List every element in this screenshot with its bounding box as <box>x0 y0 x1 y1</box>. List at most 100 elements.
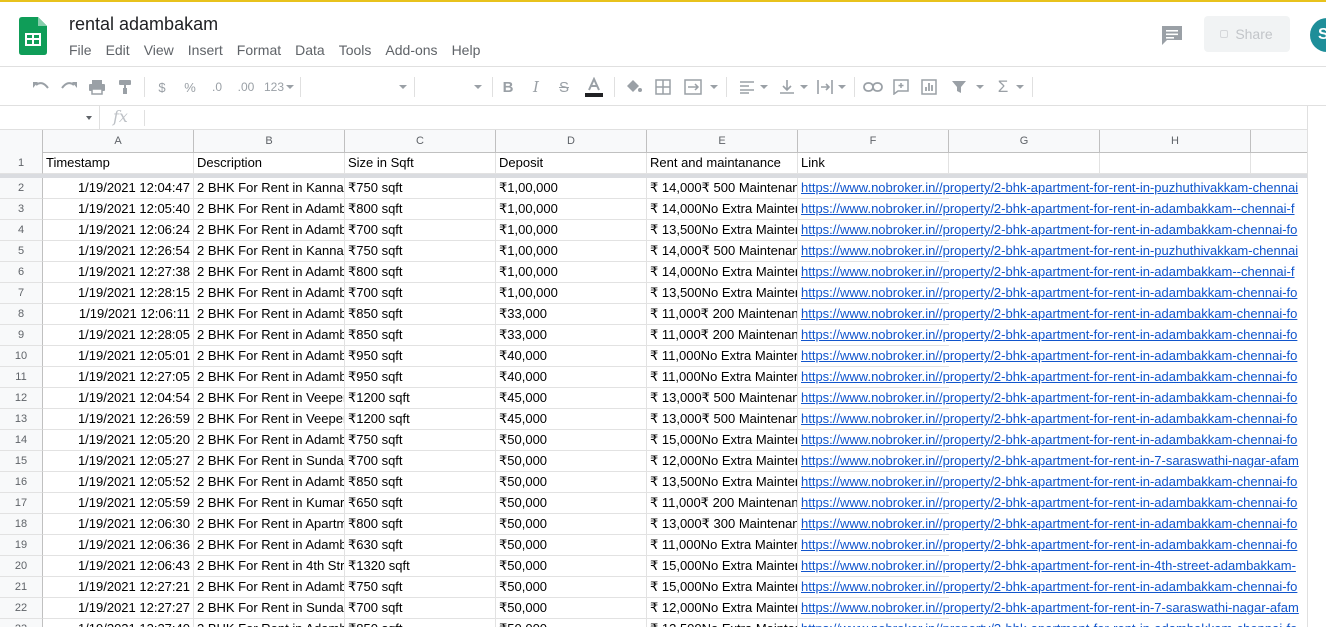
hyperlink[interactable]: https://www.nobroker.in//property/2-bhk-… <box>801 453 1299 468</box>
increase-decimal-button[interactable]: .00 <box>234 76 258 98</box>
cell-size[interactable]: ₹950 sqft <box>345 367 496 388</box>
menu-data[interactable]: Data <box>288 40 332 60</box>
avatar[interactable]: S <box>1310 18 1326 52</box>
cell-size[interactable]: ₹1200 sqft <box>345 409 496 430</box>
cell-size[interactable]: ₹700 sqft <box>345 598 496 619</box>
menu-tools[interactable]: Tools <box>332 40 379 60</box>
column-header-g[interactable]: G <box>949 130 1100 152</box>
cell-size[interactable]: ₹800 sqft <box>345 514 496 535</box>
cell-rent[interactable]: ₹ 15,000No Extra Maintenance <box>647 430 798 451</box>
cell-timestamp[interactable]: 1/19/2021 12:27:05 <box>43 367 194 388</box>
cell-timestamp[interactable]: 1/19/2021 12:06:43 <box>43 556 194 577</box>
cell-timestamp[interactable]: 1/19/2021 12:04:54 <box>43 388 194 409</box>
cell-deposit[interactable]: ₹40,000 <box>496 346 647 367</box>
fill-color-icon[interactable] <box>622 76 644 98</box>
menu-edit[interactable]: Edit <box>99 40 137 60</box>
hyperlink[interactable]: https://www.nobroker.in//property/2-bhk-… <box>801 474 1297 489</box>
cell-rent[interactable]: ₹ 11,000No Extra Maintenance <box>647 367 798 388</box>
cell-link[interactable]: https://www.nobroker.in//property/2-bhk-… <box>798 535 1297 556</box>
cell-description[interactable]: 2 BHK For Rent in Adambakkam <box>194 262 345 283</box>
row-number[interactable]: 10 <box>0 346 43 367</box>
header-cell-size[interactable]: Size in Sqft <box>345 153 496 174</box>
cell-deposit[interactable]: ₹50,000 <box>496 577 647 598</box>
cell-deposit[interactable]: ₹33,000 <box>496 325 647 346</box>
percent-format-button[interactable]: % <box>181 76 199 98</box>
cell-rent[interactable]: ₹ 11,000₹ 200 Maintenance <box>647 493 798 514</box>
cell-deposit[interactable]: ₹50,000 <box>496 514 647 535</box>
share-button[interactable]: Share <box>1204 16 1290 52</box>
cell-timestamp[interactable]: 1/19/2021 12:05:40 <box>43 199 194 220</box>
cell-link[interactable]: https://www.nobroker.in//property/2-bhk-… <box>798 199 1295 220</box>
cell-deposit[interactable]: ₹50,000 <box>496 493 647 514</box>
text-color-icon[interactable] <box>582 76 606 98</box>
cell-timestamp[interactable]: 1/19/2021 12:05:52 <box>43 472 194 493</box>
cell-description[interactable]: 2 BHK For Rent in Adambakkam <box>194 304 345 325</box>
cell-deposit[interactable]: ₹40,000 <box>496 367 647 388</box>
header-cell-h[interactable] <box>1100 153 1251 174</box>
cell-description[interactable]: 2 BHK For Rent in Apartment <box>194 514 345 535</box>
merge-icon[interactable] <box>682 76 704 98</box>
align-left-icon[interactable] <box>736 76 758 98</box>
column-header-b[interactable]: B <box>194 130 345 152</box>
print-icon[interactable] <box>86 76 108 98</box>
cell-rent[interactable]: ₹ 11,000₹ 200 Maintenance <box>647 325 798 346</box>
cell-size[interactable]: ₹630 sqft <box>345 535 496 556</box>
cell-rent[interactable]: ₹ 14,000No Extra Maintenance <box>647 262 798 283</box>
header-cell-link[interactable]: Link <box>798 153 949 174</box>
cell-timestamp[interactable]: 1/19/2021 12:26:59 <box>43 409 194 430</box>
cell-timestamp[interactable]: 1/19/2021 12:04:47 <box>43 178 194 199</box>
cell-description[interactable]: 2 BHK For Rent in Kumaran Nagar <box>194 493 345 514</box>
row-number[interactable]: 8 <box>0 304 43 325</box>
cell-description[interactable]: 2 BHK For Rent in Adambakkam <box>194 472 345 493</box>
cell-size[interactable]: ₹800 sqft <box>345 199 496 220</box>
cell-link[interactable]: https://www.nobroker.in//property/2-bhk-… <box>798 262 1295 283</box>
cell-link[interactable]: https://www.nobroker.in//property/2-bhk-… <box>798 325 1297 346</box>
cell-link[interactable]: https://www.nobroker.in//property/2-bhk-… <box>798 493 1297 514</box>
hyperlink[interactable]: https://www.nobroker.in//property/2-bhk-… <box>801 369 1297 384</box>
cell-timestamp[interactable]: 1/19/2021 12:27:40 <box>43 619 194 627</box>
bold-icon[interactable]: B <box>498 76 518 98</box>
cell-deposit[interactable]: ₹50,000 <box>496 535 647 556</box>
valign-bottom-icon[interactable] <box>776 76 798 98</box>
cell-deposit[interactable]: ₹50,000 <box>496 619 647 627</box>
hyperlink[interactable]: https://www.nobroker.in//property/2-bhk-… <box>801 600 1299 615</box>
row-number[interactable]: 19 <box>0 535 43 556</box>
name-box[interactable] <box>0 106 100 129</box>
cell-link[interactable]: https://www.nobroker.in//property/2-bhk-… <box>798 409 1297 430</box>
cell-description[interactable]: 2 BHK For Rent in Kannagi Nagar <box>194 178 345 199</box>
sheets-logo-icon[interactable] <box>19 17 47 55</box>
column-header-c[interactable]: C <box>345 130 496 152</box>
cell-timestamp[interactable]: 1/19/2021 12:27:21 <box>43 577 194 598</box>
cell-rent[interactable]: ₹ 14,000₹ 500 Maintenance <box>647 241 798 262</box>
redo-icon[interactable] <box>58 76 80 98</box>
cell-timestamp[interactable]: 1/19/2021 12:06:36 <box>43 535 194 556</box>
cell-timestamp[interactable]: 1/19/2021 12:28:15 <box>43 283 194 304</box>
cell-timestamp[interactable]: 1/19/2021 12:27:38 <box>43 262 194 283</box>
cell-rent[interactable]: ₹ 12,000No Extra Maintenance <box>647 451 798 472</box>
cell-size[interactable]: ₹700 sqft <box>345 283 496 304</box>
cell-size[interactable]: ₹750 sqft <box>345 178 496 199</box>
cell-description[interactable]: 2 BHK For Rent in Adambakkam <box>194 577 345 598</box>
row-number[interactable]: 9 <box>0 325 43 346</box>
cell-size[interactable]: ₹700 sqft <box>345 451 496 472</box>
cell-link[interactable]: https://www.nobroker.in//property/2-bhk-… <box>798 367 1297 388</box>
cell-timestamp[interactable]: 1/19/2021 12:27:27 <box>43 598 194 619</box>
hyperlink[interactable]: https://www.nobroker.in//property/2-bhk-… <box>801 537 1297 552</box>
cell-size[interactable]: ₹650 sqft <box>345 493 496 514</box>
column-header-h[interactable]: H <box>1100 130 1251 152</box>
menu-file[interactable]: File <box>62 40 99 60</box>
cell-link[interactable]: https://www.nobroker.in//property/2-bhk-… <box>798 241 1298 262</box>
row-number[interactable]: 4 <box>0 220 43 241</box>
header-cell-description[interactable]: Description <box>194 153 345 174</box>
row-number[interactable]: 22 <box>0 598 43 619</box>
italic-icon[interactable]: I <box>526 76 546 98</box>
cell-link[interactable]: https://www.nobroker.in//property/2-bhk-… <box>798 619 1297 627</box>
cell-size[interactable]: ₹950 sqft <box>345 346 496 367</box>
cell-description[interactable]: 2 BHK For Rent in Adambakkam <box>194 367 345 388</box>
hyperlink[interactable]: https://www.nobroker.in//property/2-bhk-… <box>801 201 1295 216</box>
column-header-a[interactable]: A <box>43 130 194 152</box>
cell-timestamp[interactable]: 1/19/2021 12:05:01 <box>43 346 194 367</box>
hyperlink[interactable]: https://www.nobroker.in//property/2-bhk-… <box>801 348 1297 363</box>
cell-link[interactable]: https://www.nobroker.in//property/2-bhk-… <box>798 598 1299 619</box>
cell-rent[interactable]: ₹ 11,000No Extra Maintenance <box>647 346 798 367</box>
